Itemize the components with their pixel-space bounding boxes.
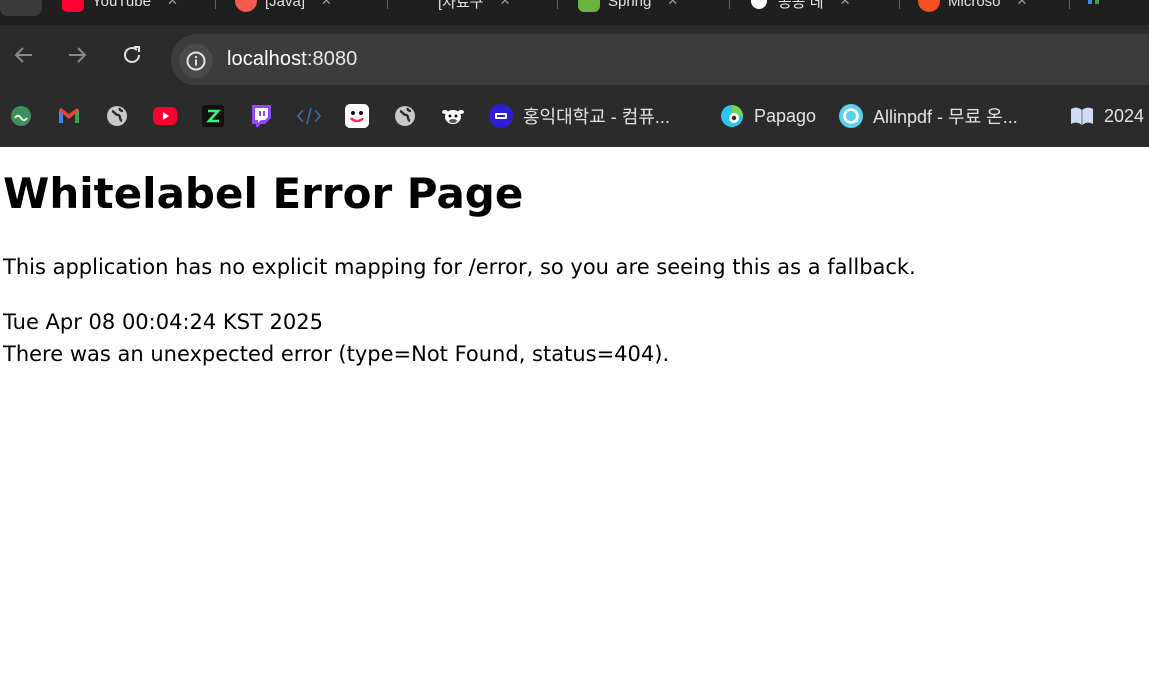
tab-title: [자료구 [438,0,484,11]
bookmark-hongik[interactable]: 홍익대학교 - 컴퓨... [489,103,670,129]
book-icon [1070,104,1094,128]
cow-icon [441,104,465,128]
smile-icon [345,104,369,128]
bookmark-smile[interactable] [345,103,369,129]
tab-separator [387,0,388,9]
grid-favicon-icon [1088,0,1102,6]
tab-public-data[interactable]: 공공 데 ✕ [748,0,850,12]
bookmark-gmail[interactable] [57,103,81,129]
hongik-icon [489,104,513,128]
arrow-right-icon [69,47,87,63]
bookmark-tree[interactable] [9,103,33,129]
tab-spring[interactable]: Spring ✕ [578,0,678,12]
bookmark-youtube[interactable] [153,103,177,129]
bookmark-globe-1[interactable] [105,103,129,129]
youtube-favicon-icon [62,0,84,12]
back-button[interactable] [10,41,38,69]
chrome-favicon-icon [748,0,770,12]
youtube-icon [153,104,177,128]
tab-separator [215,0,216,9]
close-icon[interactable]: ✕ [840,0,851,9]
bookmark-cow[interactable] [441,103,465,129]
tab-search-button[interactable] [0,0,42,16]
close-icon[interactable]: ✕ [500,0,511,9]
forward-button[interactable] [63,41,91,69]
close-icon[interactable]: ✕ [667,0,678,9]
tab-separator [729,0,730,9]
twitch-icon [249,104,273,128]
bookmark-label: 2024 [1104,105,1145,126]
tab-title: Spring [608,0,652,10]
tree-icon [9,104,33,128]
gray-favicon-icon [408,0,430,12]
tab-youtube[interactable]: YouTube ✕ [62,0,178,12]
url-port: :8080 [306,48,358,70]
close-icon[interactable]: ✕ [1017,0,1028,9]
tab-separator [899,0,900,9]
page-content: Whitelabel Error Page This application h… [3,147,1143,370]
z-icon [201,104,225,128]
close-icon[interactable]: ✕ [167,0,178,9]
bookmark-papago[interactable]: Papago [720,103,816,129]
spring-favicon-icon [578,0,600,12]
tab-title: [Java] [265,0,306,10]
tab-separator [1069,0,1070,9]
code-icon [297,104,321,128]
page-title: Whitelabel Error Page [3,169,524,218]
close-icon[interactable]: ✕ [321,0,332,9]
tab-data-structure[interactable]: [자료구 ✕ [408,0,510,12]
globe-icon [393,104,417,128]
bookmark-label: 홍익대학교 - 컴퓨... [523,107,670,127]
reload-button[interactable] [118,41,146,69]
arrow-left-icon [14,47,32,63]
url-host: localhost [227,48,307,70]
papago-icon [720,104,744,128]
error-message: There was an unexpected error (type=Not … [3,342,670,366]
tab-java[interactable]: [Java] ✕ [235,0,332,12]
bookmark-twitch[interactable] [249,103,273,129]
bookmark-label: Papago [754,105,817,126]
bookmark-allinpdf[interactable]: Allinpdf - 무료 온... [839,103,1018,129]
globe-icon [105,104,129,128]
tab-title: YouTube [92,0,151,10]
bookmark-2024[interactable]: 2024 [1070,103,1144,129]
bookmark-z[interactable] [201,103,225,129]
address-bar[interactable]: localhost:8080 [171,34,1149,86]
error-timestamp: Tue Apr 08 00:04:24 KST 2025 [3,310,323,334]
bookmarks-bar: 홍익대학교 - 컴퓨... Papago Allinpdf - 무료 온... … [0,85,1149,147]
info-icon [186,51,206,71]
bookmark-globe-2[interactable] [393,103,417,129]
tab-title: Microso [948,0,1001,10]
reload-icon [124,46,140,63]
microsoft-favicon-icon [918,0,940,12]
allinpdf-icon [839,104,863,128]
gmail-icon [57,104,81,128]
tab-title: 공공 데 [778,0,824,11]
site-info-button[interactable] [179,44,213,78]
error-description: This application has no explicit mapping… [3,255,916,279]
tab-microsoft[interactable]: Microso ✕ [918,0,1027,12]
tab-strip: YouTube ✕ [Java] ✕ [자료구 ✕ Spring ✕ 공공 데 … [0,0,1149,25]
bookmark-code[interactable] [297,103,321,129]
tab-separator [557,0,558,9]
bookmark-label: Allinpdf - 무료 온... [873,107,1018,127]
browser-toolbar: localhost:8080 [0,25,1149,86]
red-favicon-icon [235,0,257,12]
url-text[interactable]: localhost:8080 [227,48,357,71]
